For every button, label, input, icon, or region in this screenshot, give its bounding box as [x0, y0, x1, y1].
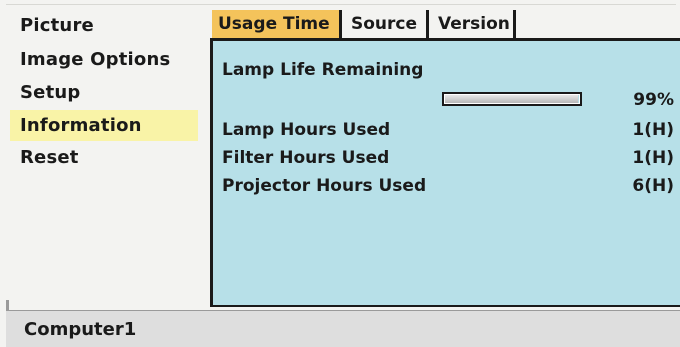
- current-source-label: Computer1: [24, 319, 137, 340]
- menu-item-picture[interactable]: Picture: [10, 10, 198, 41]
- lamp-life-progress-bar: [442, 92, 582, 106]
- menu-item-reset[interactable]: Reset: [10, 142, 198, 173]
- lamp-life-label: Lamp Life Remaining: [222, 60, 424, 80]
- menu-item-image-options[interactable]: Image Options: [10, 44, 198, 75]
- projector-osd-window: Picture Image Options Setup Information …: [0, 0, 680, 347]
- projector-hours-value: 6(H): [632, 176, 674, 196]
- menu-item-setup[interactable]: Setup: [10, 77, 198, 108]
- tab-source[interactable]: Source: [345, 10, 429, 38]
- filter-hours-label: Filter Hours Used: [222, 148, 390, 168]
- tab-usage-time[interactable]: Usage Time: [212, 10, 342, 38]
- lamp-life-progress-track: [444, 94, 580, 104]
- menu-item-information[interactable]: Information: [10, 110, 198, 141]
- tab-version[interactable]: Version: [432, 10, 516, 38]
- top-divider: [6, 4, 676, 5]
- filter-hours-value: 1(H): [632, 148, 674, 168]
- lamp-life-progress-fill: [445, 95, 578, 103]
- lamp-hours-value: 1(H): [632, 120, 674, 140]
- lamp-hours-label: Lamp Hours Used: [222, 120, 391, 140]
- projector-hours-label: Projector Hours Used: [222, 176, 427, 196]
- source-status-bar: Computer1: [6, 310, 680, 347]
- lamp-life-value: 99%: [633, 90, 674, 110]
